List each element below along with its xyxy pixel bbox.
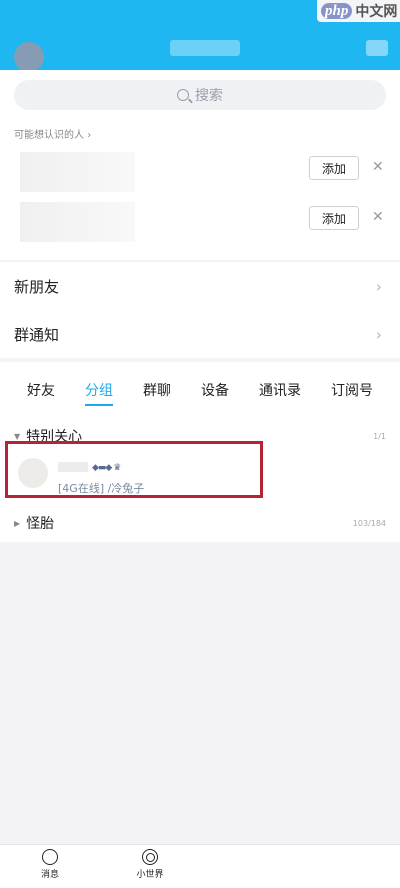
chevron-right-icon: › [87,130,92,141]
close-icon[interactable]: ✕ [372,209,384,225]
expand-down-icon: ▼ [14,431,21,441]
chevron-right-icon: › [375,276,382,296]
tab-friends[interactable]: 好友 [27,380,55,406]
nav-item-label: 新朋友 [14,277,60,296]
bottom-nav-small-world[interactable]: 小世界 [120,849,180,880]
search-icon [177,89,189,101]
bottom-nav-bar: 消息 小世界 [0,844,400,888]
message-bubble-icon [42,849,58,865]
nav-item-new-friends[interactable]: 新朋友 › [0,262,400,310]
add-icon[interactable] [366,40,388,56]
bottom-nav-label: 消息 [40,870,59,880]
tab-groups[interactable]: 分组 [85,380,113,406]
expand-right-icon: ▶ [14,518,21,528]
nav-item-label: 群通知 [14,325,60,344]
tab-devices[interactable]: 设备 [201,380,229,406]
small-world-icon [142,849,158,865]
recommend-section-label: 可能想认识的人 › [14,126,91,141]
tab-group-chats[interactable]: 群聊 [143,380,171,406]
contact-tabs: 好友 分组 群聊 设备 通讯录 订阅号 [0,380,400,406]
nav-section: 新朋友 › 群通知 › [0,262,400,358]
watermark-php-text: php [321,3,353,19]
group-row-weirdos[interactable]: ▶ 怪胎 103/184 [0,511,400,535]
search-placeholder: 搜索 [195,88,223,104]
recommend-blurred-info [20,152,135,192]
group-count: 103/184 [352,518,386,528]
highlight-annotation-box [5,441,263,498]
php-watermark-logo: php 中文网 [317,0,400,22]
close-icon[interactable]: ✕ [372,159,384,175]
watermark-cn-text: 中文网 [355,4,398,20]
bottom-nav-label: 小世界 [136,870,164,880]
add-friend-button[interactable]: 添加 [309,156,359,180]
profile-avatar[interactable] [14,42,44,72]
tab-address-book[interactable]: 通讯录 [259,380,301,406]
add-friend-button[interactable]: 添加 [309,206,359,230]
recommend-blurred-info [20,202,135,242]
group-count: 1/1 [373,431,386,441]
search-and-recommend-section: 搜索 可能想认识的人 › 添加 ✕ 添加 ✕ [0,70,400,260]
recommend-item: 添加 ✕ [0,196,400,246]
recommend-label-text: 可能想认识的人 [14,130,84,141]
header-title-blurred [170,40,240,56]
group-name: 怪胎 [26,516,55,532]
recommend-item: 添加 ✕ [0,146,400,196]
chevron-right-icon: › [375,324,382,344]
search-input[interactable]: 搜索 [14,80,386,110]
tab-subscriptions[interactable]: 订阅号 [331,380,373,406]
nav-item-group-notice[interactable]: 群通知 › [0,310,400,358]
bottom-nav-messages[interactable]: 消息 [20,849,80,880]
